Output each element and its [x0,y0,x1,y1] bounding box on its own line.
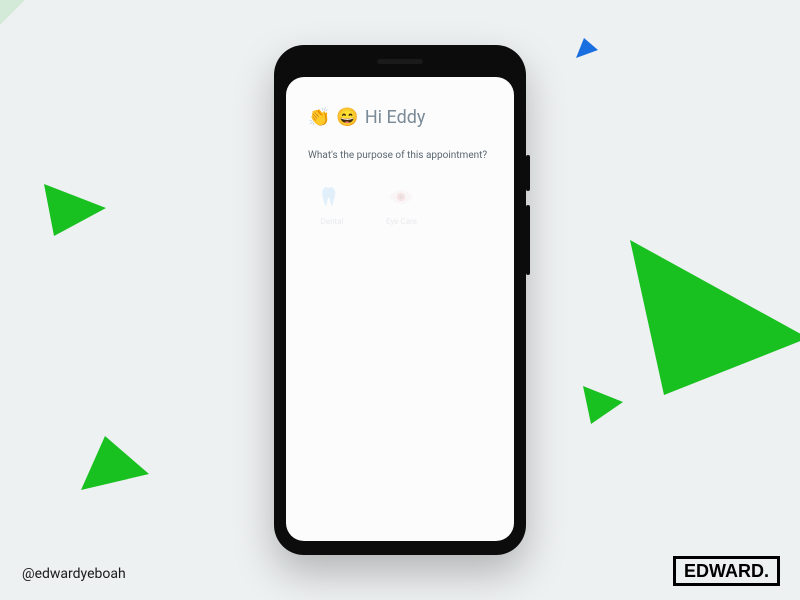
eye-icon [387,183,415,211]
decor-triangle-top-left [0,0,75,75]
option-dental[interactable]: Dental [318,183,346,226]
author-logo: EDWARD. [673,556,780,586]
phone-side-button [526,205,530,275]
decor-triangle-mid-left [40,180,110,240]
phone-side-button [526,155,530,191]
greeting-text: Hi Eddy [365,107,426,128]
option-label: Eye Care [386,217,417,226]
decor-triangle-blue [574,36,600,62]
option-eyecare[interactable]: Eye Care [386,183,417,226]
decor-triangle-bottom-left [75,430,155,500]
phone-screen: 👏 😄 Hi Eddy What's the purpose of this a… [286,77,514,541]
greeting: 👏 😄 Hi Eddy [308,107,492,128]
tooth-icon [318,183,346,211]
appointment-options: Dental Eye Care [308,183,492,226]
decor-triangle-right-large [620,230,800,400]
wave-emoji: 👏 [308,109,330,127]
author-handle: @edwardyeboah [22,566,126,582]
prompt-text: What's the purpose of this appointment? [308,150,492,161]
smile-emoji: 😄 [336,109,358,127]
option-label: Dental [321,217,344,226]
decor-triangle-right-small [579,380,625,426]
phone-frame: 👏 😄 Hi Eddy What's the purpose of this a… [274,45,526,555]
